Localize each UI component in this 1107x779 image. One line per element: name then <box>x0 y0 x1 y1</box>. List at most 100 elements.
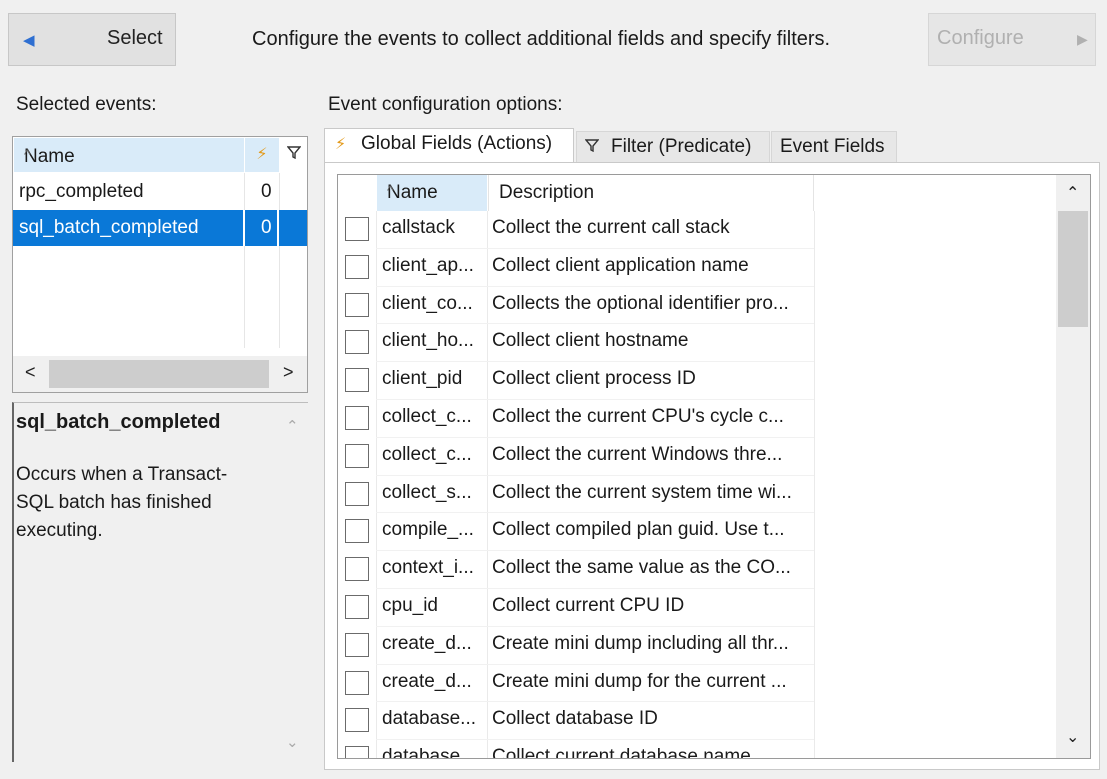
column-header-name-label: Name <box>24 146 75 167</box>
field-name: client_ho... <box>382 330 474 352</box>
table-row[interactable]: context_i... Collect the same value as th… <box>338 551 1056 589</box>
field-checkbox[interactable] <box>345 519 369 544</box>
field-checkbox[interactable] <box>345 406 369 430</box>
field-checkbox[interactable] <box>345 557 369 582</box>
horizontal-scrollbar[interactable]: < > <box>13 356 307 392</box>
column-divider <box>487 551 488 589</box>
scroll-up-icon[interactable]: ⌃ <box>1066 183 1079 203</box>
column-divider <box>487 475 488 514</box>
event-action-count: 0 <box>261 181 272 202</box>
back-arrow-icon: ◀ <box>23 32 35 49</box>
field-description: Collect client process ID <box>492 368 696 390</box>
select-button[interactable]: ◀ Select <box>8 13 176 66</box>
column-divider <box>814 286 815 325</box>
column-divider <box>277 210 279 246</box>
column-divider <box>376 626 377 665</box>
scroll-right-icon[interactable]: > <box>283 362 294 383</box>
table-row[interactable]: create_d... Create mini dump for the curr… <box>338 664 1056 703</box>
table-row[interactable]: callstack Collect the current call stack <box>338 211 1056 249</box>
field-name: create_d... <box>382 670 472 692</box>
tab-filter-predicate[interactable]: Filter (Predicate) <box>576 131 770 165</box>
field-checkbox[interactable] <box>345 708 369 733</box>
column-divider <box>487 211 488 249</box>
table-row[interactable]: client_pid Collect client process ID <box>338 362 1056 400</box>
column-divider <box>376 437 377 476</box>
table-row[interactable]: client_co... Collects the optional identi… <box>338 286 1056 325</box>
field-description: Collect the current call stack <box>492 217 730 238</box>
column-divider <box>487 362 488 400</box>
field-description: Collect the same value as the CO... <box>492 557 791 579</box>
grid-header: Name ^ Description <box>338 175 1056 211</box>
scroll-up-icon[interactable]: ⌃ <box>286 417 299 435</box>
field-checkbox[interactable] <box>345 292 369 317</box>
vertical-scrollbar[interactable]: ⌃ ⌄ <box>1056 175 1090 758</box>
table-row[interactable]: create_d... Create mini dump including al… <box>338 626 1056 665</box>
scroll-down-icon[interactable]: ⌄ <box>1066 727 1079 747</box>
field-checkbox[interactable] <box>345 330 369 355</box>
scroll-down-icon[interactable]: ⌄ <box>286 733 299 751</box>
field-checkbox[interactable] <box>345 368 369 393</box>
table-row[interactable]: collect_c... Collect the current Windows … <box>338 437 1056 476</box>
field-checkbox[interactable] <box>345 595 369 619</box>
field-name: client_ap... <box>382 254 474 276</box>
column-divider <box>376 248 377 287</box>
column-divider <box>376 513 377 552</box>
field-name: client_co... <box>382 292 473 314</box>
table-row[interactable]: database... Collect current database name <box>338 740 1056 758</box>
column-divider <box>487 324 488 363</box>
filter-column-funnel-icon[interactable] <box>281 138 307 172</box>
column-header-name[interactable]: Name ^ <box>14 138 244 172</box>
tab-filter-predicate-label: Filter (Predicate) <box>611 136 752 157</box>
field-checkbox[interactable] <box>345 481 369 506</box>
field-description: Collect database ID <box>492 708 658 730</box>
scrollbar-thumb[interactable] <box>49 360 269 388</box>
field-name: collect_c... <box>382 406 472 427</box>
column-divider <box>376 324 377 363</box>
column-divider <box>814 362 815 400</box>
tab-global-fields[interactable]: ⚡ Global Fields (Actions) <box>324 128 574 164</box>
field-checkbox[interactable] <box>345 254 369 279</box>
field-checkbox[interactable] <box>345 217 369 241</box>
event-row-rpc-completed[interactable]: rpc_completed 0 <box>13 174 307 210</box>
actions-column-lightning-icon[interactable]: ⚡ <box>245 138 279 172</box>
field-checkbox[interactable] <box>345 632 369 657</box>
column-header-description-label: Description <box>499 182 595 203</box>
table-row[interactable]: collect_c... Collect the current CPU's cy… <box>338 400 1056 438</box>
field-description: Collect compiled plan guid. Use t... <box>492 519 785 541</box>
event-description-text: Occurs when a Transact-SQL batch has fin… <box>16 464 228 541</box>
column-header-name-label: Name <box>387 182 438 203</box>
instruction-text: Configure the events to collect addition… <box>252 28 831 50</box>
table-row[interactable]: compile_... Collect compiled plan guid. U… <box>338 513 1056 552</box>
field-checkbox[interactable] <box>345 670 369 695</box>
column-divider <box>376 286 377 325</box>
table-row[interactable]: cpu_id Collect current CPU ID <box>338 589 1056 627</box>
column-header-description[interactable]: Description <box>488 175 814 211</box>
configure-button[interactable]: Configure ▶ <box>928 13 1096 66</box>
table-row[interactable]: collect_s... Collect the current system t… <box>338 475 1056 514</box>
column-divider <box>487 589 488 627</box>
selected-events-list[interactable]: Name ^ ⚡ rpc_completed 0 sql_batch_compl… <box>12 136 308 393</box>
select-button-label: Select <box>107 27 163 49</box>
global-fields-grid[interactable]: Name ^ Description callstack Collect the … <box>337 174 1091 759</box>
column-divider <box>814 664 815 703</box>
event-row-sql-batch-completed[interactable]: sql_batch_completed 0 <box>13 210 307 246</box>
scroll-left-icon[interactable]: < <box>25 362 36 383</box>
field-checkbox[interactable] <box>345 746 369 758</box>
column-divider <box>487 286 488 325</box>
forward-arrow-icon: ▶ <box>1077 31 1088 47</box>
table-row[interactable]: client_ho... Collect client hostname <box>338 324 1056 363</box>
field-description: Create mini dump for the current ... <box>492 670 787 692</box>
table-row[interactable]: database... Collect database ID <box>338 702 1056 741</box>
column-divider <box>376 362 377 400</box>
field-checkbox[interactable] <box>345 443 369 468</box>
column-divider <box>814 626 815 665</box>
column-divider <box>487 702 488 741</box>
column-header-name[interactable]: Name ^ <box>377 175 487 211</box>
scrollbar-thumb[interactable] <box>1058 211 1088 327</box>
table-row[interactable]: client_ap... Collect client application n… <box>338 248 1056 287</box>
event-description-title: sql_batch_completed <box>16 411 221 433</box>
config-options-label: Event configuration options: <box>328 94 563 115</box>
field-name: create_d... <box>382 632 472 654</box>
tab-event-fields[interactable]: Event Fields <box>771 131 897 165</box>
column-divider <box>814 211 815 249</box>
